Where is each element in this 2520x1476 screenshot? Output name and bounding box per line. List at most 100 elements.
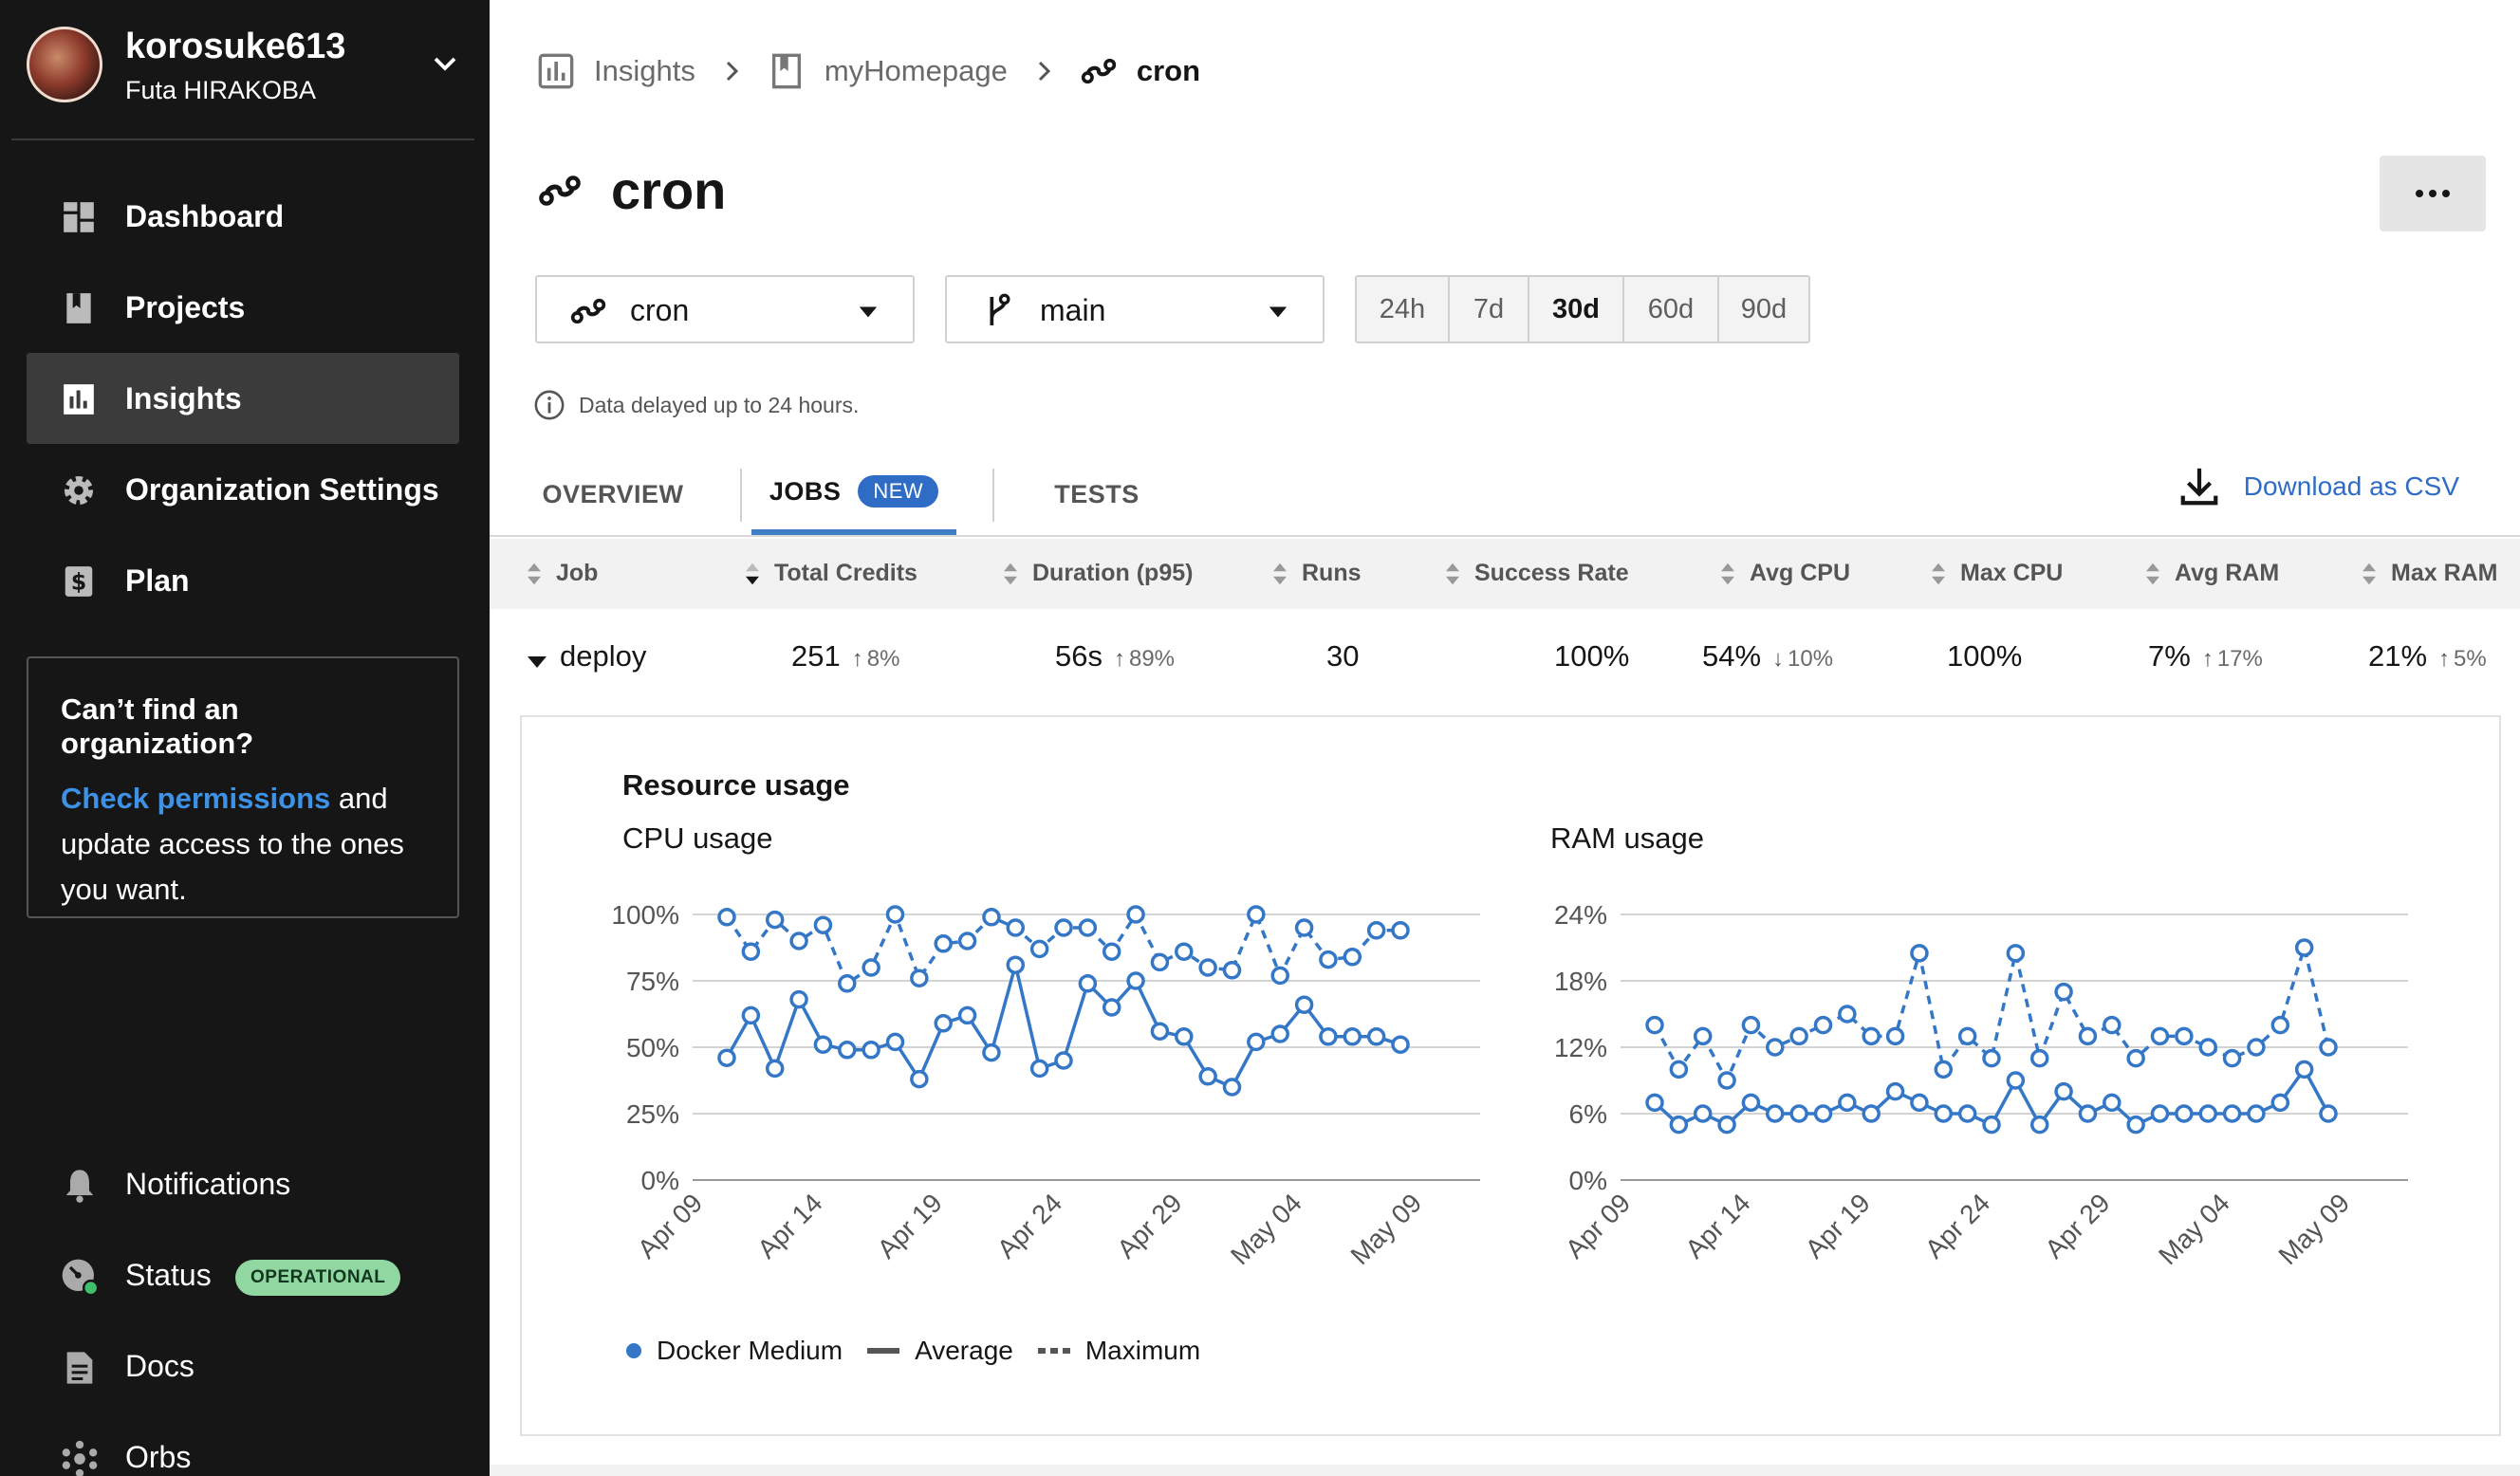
arrow-down-icon: ↓ (1772, 646, 1785, 672)
x-tick-label: May 04 (1225, 1188, 1307, 1270)
sidebar-item-docs[interactable]: Docs (27, 1339, 459, 1396)
username: korosuke613 (125, 27, 346, 66)
maximum-point (1766, 1038, 1785, 1057)
chevron-right-icon (1038, 61, 1050, 82)
col-label: Job (556, 560, 599, 586)
col-max-ram[interactable]: Max RAM (2361, 560, 2498, 587)
expand-caret-icon[interactable] (528, 656, 547, 668)
range-24h[interactable]: 24h (1357, 277, 1450, 341)
col-total-credits[interactable]: Total Credits (744, 560, 917, 587)
sidebar-item-label: Plan (125, 563, 190, 598)
sidebar-item-label: Insights (125, 380, 242, 415)
sort-icon (528, 563, 541, 584)
breadcrumb-project[interactable]: myHomepage (768, 52, 1008, 90)
workflow-icon (1081, 58, 1116, 84)
range-60d[interactable]: 60d (1624, 277, 1719, 341)
check-permissions-link[interactable]: Check permissions (61, 782, 330, 815)
chevron-down-icon[interactable] (431, 49, 459, 78)
cell-max-cpu: 100% (1947, 639, 2023, 673)
range-30d[interactable]: 30d (1529, 277, 1624, 341)
col-max-cpu[interactable]: Max CPU (1930, 560, 2063, 587)
sidebar-item-dashboard[interactable]: Dashboard (27, 171, 459, 262)
download-label: Download as CSV (2243, 471, 2459, 501)
sidebar-item-notifications[interactable]: Notifications (27, 1157, 459, 1214)
table-row[interactable]: deploy 251 ↑ 8% 56s ↑ 89% 30 100% 54% ↓ 10% 10… (490, 626, 2520, 698)
delta-value: 5% (2454, 646, 2487, 672)
average-point (1982, 1115, 2001, 1135)
branch-icon (990, 293, 1010, 325)
maximum-point (1645, 1015, 1664, 1035)
average-point (1669, 1115, 1689, 1135)
col-label: Duration (p95) (1032, 560, 1194, 586)
maximum-point (1102, 942, 1121, 961)
download-icon (2180, 468, 2218, 506)
breadcrumb-insights[interactable]: Insights (537, 52, 695, 90)
x-tick-label: May 04 (2153, 1188, 2235, 1270)
col-runs[interactable]: Runs (1271, 560, 1362, 587)
sidebar-item-orbs[interactable]: Orbs (27, 1430, 459, 1476)
maximum-point (1247, 905, 1266, 924)
sidebar-item-projects[interactable]: Projects (27, 262, 459, 353)
legend-dot (626, 1343, 641, 1358)
delta-value: 8% (866, 646, 900, 672)
range-90d[interactable]: 90d (1719, 277, 1808, 341)
sidebar-item-status[interactable]: Status OPERATIONAL (27, 1248, 459, 1305)
delta: ↑ 5% (2438, 646, 2487, 673)
col-job[interactable]: Job (526, 560, 598, 587)
tab-jobs[interactable]: JOBS NEW (751, 453, 956, 535)
x-tick-label: Apr 14 (751, 1188, 827, 1264)
average-point (1838, 1093, 1857, 1113)
average-point (982, 1042, 1001, 1062)
col-success-rate[interactable]: Success Rate (1444, 560, 1629, 587)
sidebar-item-plan[interactable]: $ Plan (27, 535, 459, 626)
workflow-select[interactable]: cron (535, 275, 915, 343)
branch-select[interactable]: main (945, 275, 1325, 343)
average-point (1270, 1024, 1289, 1043)
col-duration[interactable]: Duration (p95) (1002, 560, 1193, 587)
maximum-point (1862, 1026, 1881, 1046)
delta-value: 10% (1788, 646, 1834, 672)
user-full-name: Futa HIRAKOBA (125, 76, 317, 104)
range-7d[interactable]: 7d (1450, 277, 1529, 341)
user-switcher[interactable]: korosuke613 Futa HIRAKOBA (27, 27, 472, 106)
col-label: Runs (1302, 560, 1362, 586)
legend-label: Average (915, 1336, 1013, 1365)
breadcrumb-label: Insights (594, 54, 695, 87)
maximum-point (982, 908, 1001, 927)
arrow-up-icon: ↑ (851, 646, 863, 672)
average-point (2054, 1081, 2073, 1101)
table-header: Job Total Credits Duration (p95) Runs Su… (490, 539, 2520, 609)
average-point (2150, 1104, 2170, 1123)
maximum-point (741, 942, 761, 961)
sidebar-item-insights[interactable]: Insights (27, 353, 459, 444)
delta-value: 89% (1128, 646, 1176, 672)
average-point (2029, 1115, 2049, 1135)
average-point (1150, 1022, 1170, 1041)
sidebar-item-label: Notifications (125, 1167, 291, 1201)
x-tick-label: Apr 09 (1560, 1188, 1636, 1264)
average-point (1029, 1059, 1049, 1079)
branch-select-value: main (1040, 293, 1106, 327)
more-actions-button[interactable] (2380, 156, 2486, 231)
maximum-point (1294, 918, 1314, 937)
tab-overview[interactable]: OVERVIEW (528, 453, 698, 535)
col-label: Avg CPU (1750, 560, 1851, 586)
tab-tests[interactable]: TESTS (1011, 453, 1182, 535)
average-point (2319, 1104, 2338, 1123)
average-point (1366, 1027, 1386, 1046)
maximum-point (862, 958, 880, 977)
col-avg-ram[interactable]: Avg RAM (2144, 560, 2279, 587)
y-tick-label: 50% (626, 1033, 679, 1062)
average-point (1910, 1093, 1929, 1113)
org-help-box: Can’t find an organization? Check permis… (27, 656, 459, 918)
maximum-point (2247, 1038, 2266, 1057)
download-csv-link[interactable]: Download as CSV (2177, 465, 2459, 508)
maximum-point (2103, 1015, 2122, 1035)
sidebar-item-organization-settings[interactable]: Organization Settings (27, 444, 459, 535)
col-avg-cpu[interactable]: Avg CPU (1719, 560, 1850, 587)
average-point (1693, 1104, 1713, 1123)
status-badge: OPERATIONAL (235, 1260, 401, 1296)
average-point (1078, 974, 1098, 993)
resource-usage-title: Resource usage (622, 768, 850, 802)
average-point (1766, 1104, 1785, 1123)
